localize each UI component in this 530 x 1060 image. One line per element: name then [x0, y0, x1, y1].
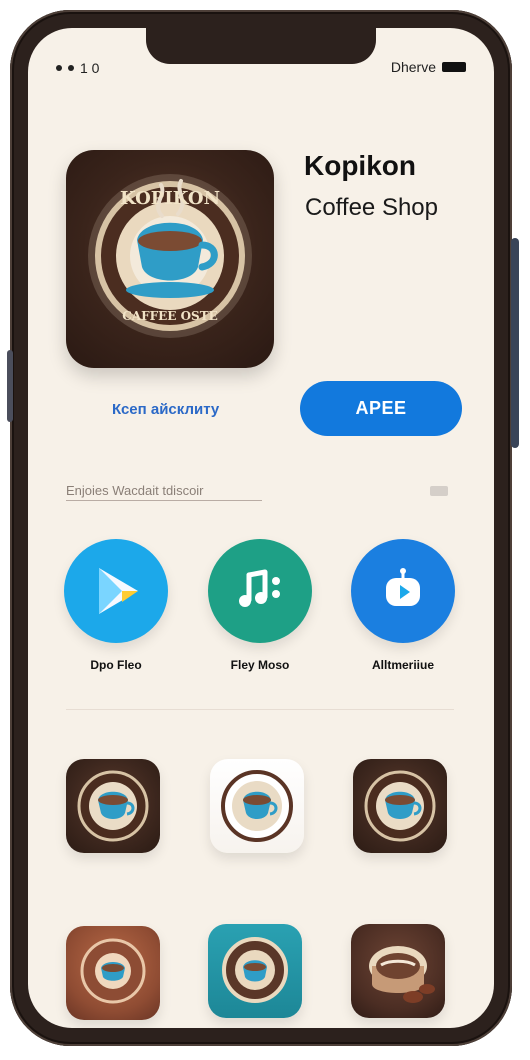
- status-bar-left: 1 0: [56, 60, 99, 76]
- get-button[interactable]: APEE: [300, 381, 462, 436]
- coffee-badge-icon: [77, 770, 149, 842]
- coffee-tile-2[interactable]: [210, 759, 304, 853]
- featured-app-label-2: Fley Moso: [230, 658, 290, 672]
- app-subtitle: Coffee Shop: [305, 194, 438, 221]
- coffee-badge-icon: [364, 770, 436, 842]
- coffee-tile-5[interactable]: [208, 924, 302, 1018]
- status-right-text: Dherve: [390, 59, 436, 75]
- status-left-text: 1 0: [80, 60, 100, 76]
- signal-dot-icon: [56, 65, 62, 71]
- featured-app-label-1: Dpo Fleo: [90, 658, 142, 672]
- phone-side-button-right: [511, 238, 519, 448]
- signal-dot-icon: [68, 65, 74, 71]
- coffee-tile-3[interactable]: [353, 759, 447, 853]
- section-label: Enjoies Wacdait tdiscoir: [66, 483, 262, 501]
- app-icon-bottom-text: CAFFEE OSTE: [122, 309, 218, 323]
- coffee-badge-icon: KOPIKON CAFFEE OSTE: [88, 174, 252, 338]
- coffee-tile-1[interactable]: [66, 759, 160, 853]
- status-bar-right: Dherve: [391, 59, 466, 75]
- battery-icon: [442, 62, 466, 72]
- music-app-icon: [239, 569, 280, 607]
- featured-app-2[interactable]: [208, 539, 312, 643]
- section-marker-icon: [430, 486, 448, 496]
- coffee-badge-icon: [221, 770, 293, 842]
- app-link[interactable]: Ксеп айсклиту: [112, 401, 219, 418]
- coffee-badge-icon: [222, 937, 288, 1003]
- coffee-tile-4[interactable]: [66, 926, 160, 1020]
- featured-app-3[interactable]: [351, 539, 455, 643]
- featured-app-label-3: Alltmeriiue: [371, 658, 434, 672]
- app-title: Kopikon: [304, 150, 416, 181]
- app-icon-top-text: KOPIKON: [120, 188, 220, 209]
- media-app-icon: [386, 568, 420, 606]
- coffee-badge-icon: [369, 946, 435, 1003]
- phone-side-button-left: [7, 350, 13, 422]
- phone-notch: [146, 28, 376, 64]
- coffee-badge-icon: [80, 938, 146, 1004]
- app-icon[interactable]: KOPIKON CAFFEE OSTE: [66, 150, 274, 368]
- play-store-icon: [99, 568, 138, 614]
- featured-app-1[interactable]: [64, 539, 168, 643]
- section-divider: [66, 709, 454, 710]
- coffee-tile-6[interactable]: [351, 924, 445, 1018]
- phone-screen: 1 0 Dherve KOPIKON CAFFEE OSTE Kopikon C…: [28, 28, 494, 1028]
